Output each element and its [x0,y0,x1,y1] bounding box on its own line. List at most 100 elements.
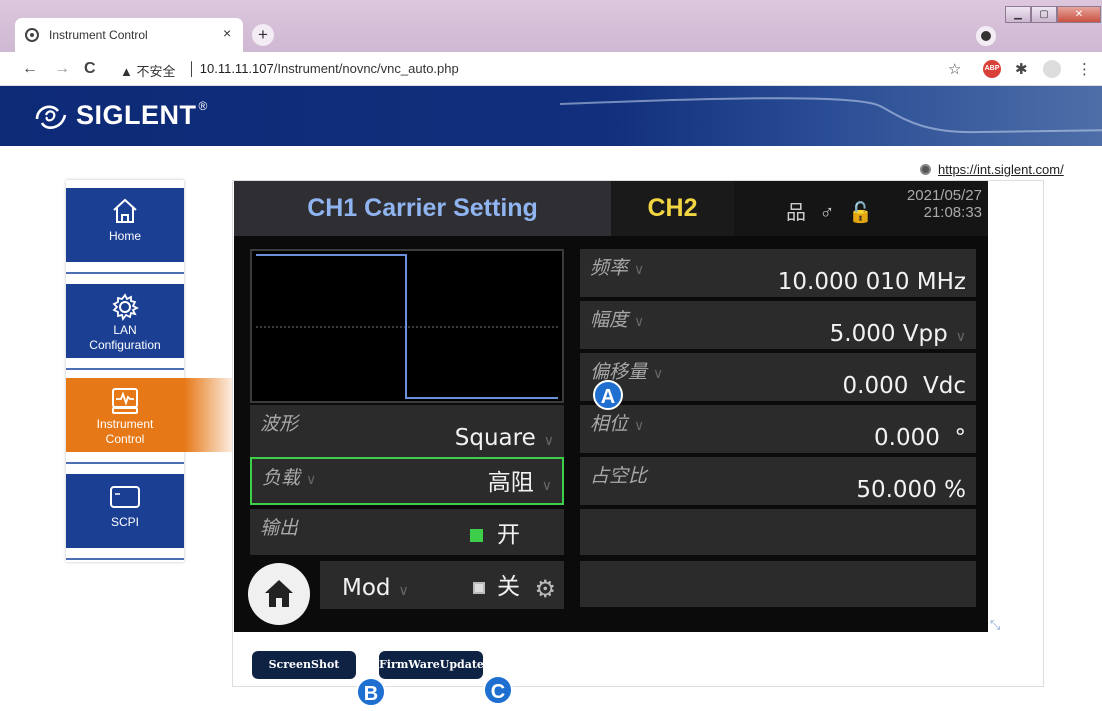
nav-instrument-control[interactable]: Instrument Control [66,378,184,452]
chevron-down-icon: ∨ [955,329,966,345]
amplitude-label-text: 幅度 [590,309,629,331]
home-icon [265,580,293,607]
chevron-down-icon: ∨ [634,418,645,434]
security-warning[interactable]: ▲ 不安全 [120,61,175,80]
annotation-marker-a: A [593,380,623,410]
load-label: 负载 ∨ [262,463,316,490]
chevron-down-icon: ∨ [634,314,645,330]
time-text: 21:08:33 [923,204,982,221]
frequency-setting[interactable]: 频率 ∨ 10.000 010 MHz [580,249,976,297]
media-control-icon[interactable] [976,26,996,46]
offset-label: 偏移量 ∨ [590,357,663,384]
back-arrow-icon[interactable]: ← [22,60,38,78]
output-off-indicator [473,581,485,594]
frequency-label: 频率 ∨ [590,253,644,280]
close-window-button[interactable]: ✕ [1057,6,1101,23]
nav-divider [66,272,184,274]
duty-cycle-value: 50.000 % [856,477,966,503]
load-label-text: 负载 [262,467,301,489]
load-value-text: 高阻 [487,470,534,496]
browser-menu-icon[interactable]: ⋮ [1077,60,1092,78]
forward-arrow-icon[interactable]: → [54,60,70,78]
nav-scpi[interactable]: SCPI [66,474,184,548]
nav-lan-configuration[interactable]: LAN Configuration [66,284,184,358]
mod-setting[interactable]: Mod ∨ 关 ⚙ [320,561,564,609]
bookmark-star-icon[interactable]: ☆ [948,60,961,78]
url-host: 10.11.11.107 [199,61,274,76]
amplitude-value-text: 5.000 Vpp [829,321,948,347]
output-off-option[interactable]: 关 [473,567,520,601]
siglent-site-link-text: https://int.siglent.com/ [938,162,1064,177]
status-icons: 品 ♂ 🔓 [786,202,878,224]
new-tab-button[interactable]: + [252,24,274,46]
chevron-down-icon: ∨ [541,478,552,494]
phase-label-text: 相位 [590,413,629,435]
chevron-down-icon: ∨ [634,262,645,278]
amplitude-value: 5.000 Vpp ∨ [830,321,966,347]
phase-value: 0.000 ° [874,425,966,451]
browser-tab-strip: Instrument Control × + ▁ ▢ ✕ [0,0,1102,52]
mod-text: Mod [342,575,391,601]
extensions-puzzle-icon[interactable]: ✱ [1015,60,1028,78]
registered-mark: ® [198,98,208,113]
nav-divider [66,558,184,560]
link-bullet-icon [920,164,931,175]
home-icon [113,198,137,223]
amplitude-label: 幅度 ∨ [590,305,644,332]
active-nav-indicator [184,378,234,452]
load-setting[interactable]: 负载 ∨ 高阻 ∨ [250,457,564,505]
terminal-window-icon [110,486,140,508]
phase-label: 相位 ∨ [590,409,644,436]
output-on-text: 开 [497,522,520,548]
url-path: /Instrument/novnc/vnc_auto.php [273,61,459,76]
square-wave-graphic [256,254,558,399]
waveform-setting[interactable]: 波形 Square ∨ [250,405,564,457]
nav-lan-label: LAN Configuration [89,323,161,352]
mod-option[interactable]: Mod ∨ [342,575,409,601]
chevron-down-icon: ∨ [398,583,409,599]
duty-cycle-setting[interactable]: 占空比 50.000 % [580,457,976,505]
siglent-banner: SIGLENT ® [0,86,1102,146]
offset-label-text: 偏移量 [590,361,648,383]
output-setting[interactable]: 输出 开 [250,509,564,555]
empty-setting-slot [580,509,976,555]
duty-cycle-label: 占空比 [590,465,648,487]
expand-icon[interactable]: ⤡ [990,617,1000,633]
adblock-icon[interactable]: ABP [983,60,1001,78]
waveform-label: 波形 [260,413,299,435]
ch2-tab[interactable]: CH2 [611,181,734,236]
waveform-value: Square ∨ [455,425,554,451]
nav-home-label: Home [108,229,141,243]
chevron-down-icon: ∨ [543,433,554,449]
firmware-update-button[interactable]: FirmWareUpdate [379,651,484,679]
siglent-logo[interactable]: SIGLENT ® [34,98,208,131]
nav-divider [66,368,184,370]
status-area: 品 ♂ 🔓 2021/05/27 21:08:33 [734,181,988,236]
browser-tab[interactable]: Instrument Control × [15,18,243,52]
screenshot-button[interactable]: ScreenShot [252,651,356,679]
channel-title[interactable]: CH1 Carrier Setting [234,181,611,236]
offset-setting[interactable]: 偏移量 ∨ 0.000 Vdc [580,353,976,401]
frequency-label-text: 频率 [590,257,629,279]
phase-setting[interactable]: 相位 ∨ 0.000 ° [580,405,976,453]
empty-setting-slot [580,561,976,607]
output-off-text: 关 [497,574,520,600]
siglent-site-link[interactable]: https://int.siglent.com/ [920,162,1064,177]
chevron-down-icon: ∨ [306,472,317,488]
nav-home[interactable]: Home [66,188,184,262]
chevron-down-icon: ∨ [653,366,664,382]
frequency-value: 10.000 010 MHz [777,269,966,295]
close-tab-icon[interactable]: × [223,25,231,41]
amplitude-setting[interactable]: 幅度 ∨ 5.000 Vpp ∨ [580,301,976,349]
annotation-marker-c: C [483,675,513,705]
reload-icon[interactable]: C [84,60,96,78]
side-navigation: Home LAN Configuration Instrument Contro… [66,180,184,562]
screen-home-button[interactable] [248,563,310,625]
siglent-swirl-icon [35,105,67,129]
profile-avatar[interactable] [1043,60,1061,78]
gear-icon[interactable]: ⚙ [534,575,556,603]
minimize-button[interactable]: ▁ [1005,6,1031,23]
output-on-option[interactable]: 开 [470,515,520,549]
maximize-button[interactable]: ▢ [1031,6,1057,23]
url-field[interactable]: │ 10.11.11.107/Instrument/novnc/vnc_auto… [188,61,459,76]
